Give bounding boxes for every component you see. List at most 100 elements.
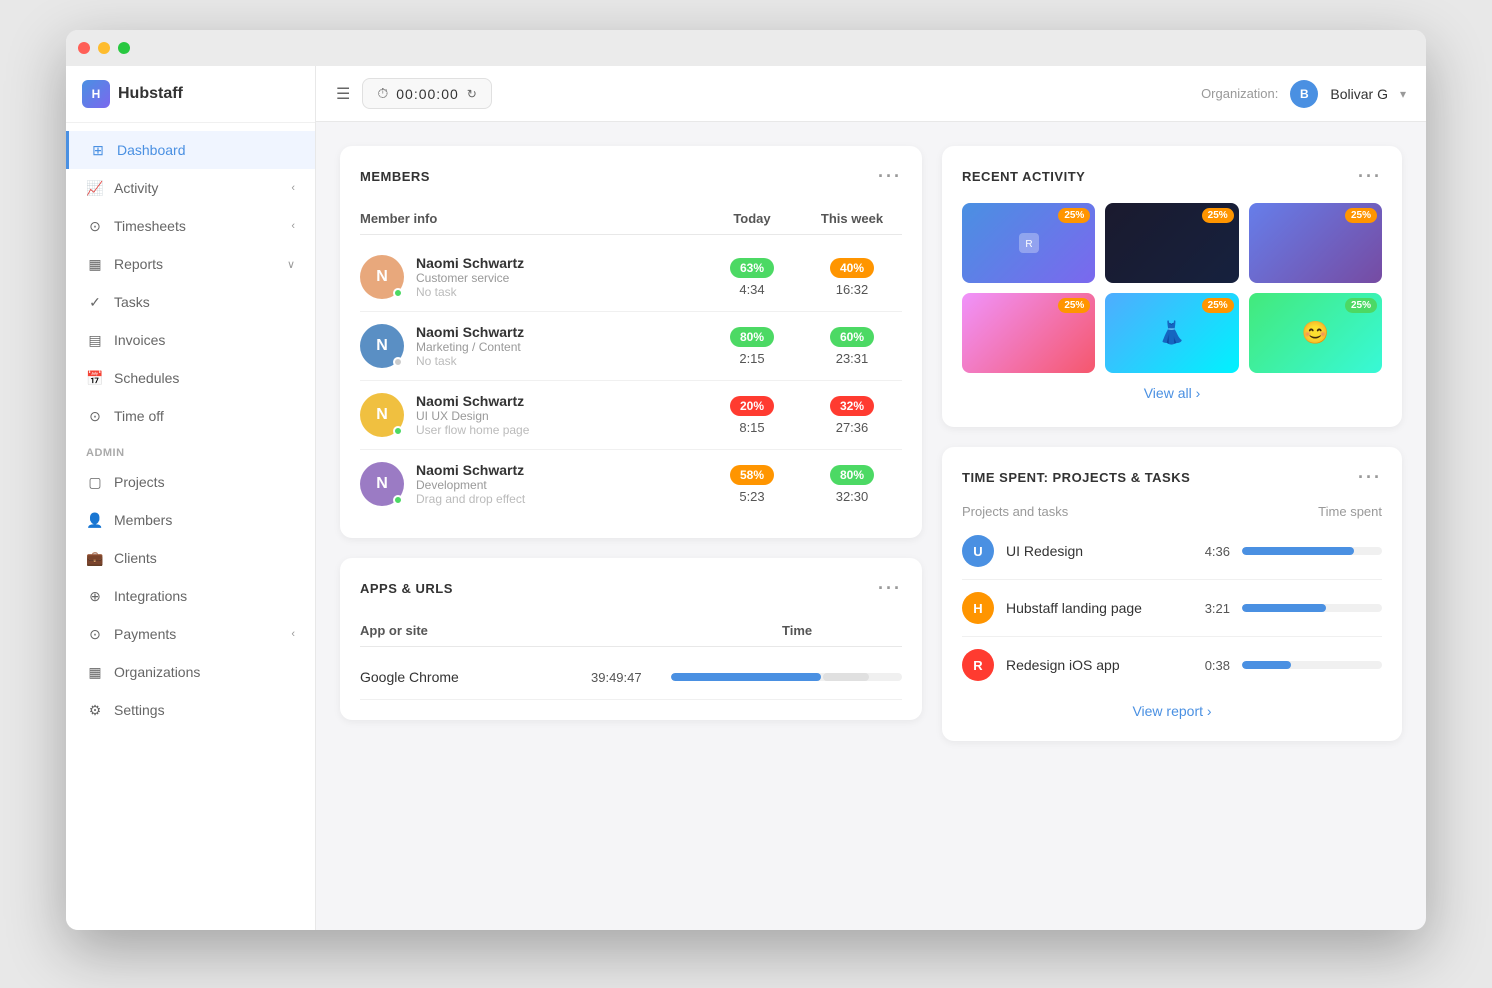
topbar-right: Organization: B Bolivar G ▾ bbox=[1201, 80, 1406, 108]
close-button[interactable] bbox=[78, 42, 90, 54]
member-row: N Naomi Schwartz UI UX Design User flow … bbox=[360, 381, 902, 450]
week-time: 32:30 bbox=[836, 489, 869, 504]
minimize-button[interactable] bbox=[98, 42, 110, 54]
project-name: Redesign iOS app bbox=[1006, 657, 1180, 673]
timer-widget[interactable]: ⏱ 00:00:00 ↻ bbox=[362, 78, 491, 109]
activity-badge-2: 25% bbox=[1202, 208, 1234, 223]
col-time-header: Time bbox=[782, 623, 902, 638]
org-label: Organization: bbox=[1201, 86, 1278, 101]
sidebar-item-invoices[interactable]: ▤ Invoices bbox=[66, 321, 315, 359]
member-task: User flow home page bbox=[416, 423, 702, 437]
organizations-icon: ▦ bbox=[86, 663, 104, 681]
members-card-header: MEMBERS ··· bbox=[360, 166, 902, 187]
project-bar-fill bbox=[1242, 604, 1326, 612]
activity-thumb-1[interactable]: R 25% bbox=[962, 203, 1095, 283]
time-spent-title: TIME SPENT: PROJECTS & TASKS bbox=[962, 470, 1190, 485]
member-avatar-wrap: N bbox=[360, 324, 404, 368]
sidebar-item-organizations[interactable]: ▦ Organizations bbox=[66, 653, 315, 691]
project-bar bbox=[1242, 547, 1382, 555]
today-badge: 58% bbox=[730, 465, 774, 485]
members-list: N Naomi Schwartz Customer service No tas… bbox=[360, 243, 902, 518]
maximize-button[interactable] bbox=[118, 42, 130, 54]
project-name: UI Redesign bbox=[1006, 543, 1180, 559]
member-task: No task bbox=[416, 285, 702, 299]
topbar: ☰ ⏱ 00:00:00 ↻ Organization: B Bolivar G… bbox=[316, 66, 1426, 122]
tasks-icon: ✓ bbox=[86, 293, 104, 311]
sidebar-item-activity[interactable]: 📈 Activity ‹ bbox=[66, 169, 315, 207]
members-table-header: Member info Today This week bbox=[360, 203, 902, 235]
left-column: MEMBERS ··· Member info Today This week … bbox=[340, 146, 922, 906]
project-name: Hubstaff landing page bbox=[1006, 600, 1180, 616]
today-time: 4:34 bbox=[739, 282, 764, 297]
col-week-stat: 40% 16:32 bbox=[802, 258, 902, 297]
activity-badge-1: 25% bbox=[1058, 208, 1090, 223]
member-info: Naomi Schwartz Marketing / Content No ta… bbox=[416, 324, 702, 368]
apps-card-menu[interactable]: ··· bbox=[878, 578, 902, 599]
project-row: U UI Redesign 4:36 bbox=[962, 523, 1382, 580]
app-row: Google Chrome 39:49:47 bbox=[360, 655, 902, 700]
app-progress-fill2 bbox=[823, 673, 869, 681]
week-time: 16:32 bbox=[836, 282, 869, 297]
sidebar-item-time-off[interactable]: ⊙ Time off bbox=[66, 397, 315, 435]
main-content: MEMBERS ··· Member info Today This week … bbox=[316, 122, 1426, 930]
activity-grid: R 25% 25% 25% bbox=[962, 203, 1382, 373]
activity-badge-4: 25% bbox=[1058, 298, 1090, 313]
sidebar-item-clients[interactable]: 💼 Clients bbox=[66, 539, 315, 577]
week-time: 23:31 bbox=[836, 351, 869, 366]
brand-name: Hubstaff bbox=[118, 85, 183, 103]
activity-card-menu[interactable]: ··· bbox=[1358, 166, 1382, 187]
member-info: Naomi Schwartz Customer service No task bbox=[416, 255, 702, 299]
member-dept: Development bbox=[416, 478, 702, 492]
member-task: No task bbox=[416, 354, 702, 368]
sidebar-item-projects[interactable]: ▢ Projects bbox=[66, 463, 315, 501]
activity-thumb-5[interactable]: 👗 25% bbox=[1105, 293, 1238, 373]
sidebar-item-schedules[interactable]: 📅 Schedules bbox=[66, 359, 315, 397]
activity-badge-5: 25% bbox=[1202, 298, 1234, 313]
col-week-stat: 60% 23:31 bbox=[802, 327, 902, 366]
member-name: Naomi Schwartz bbox=[416, 255, 702, 271]
col-week-stat: 32% 27:36 bbox=[802, 396, 902, 435]
sidebar-item-timesheets[interactable]: ⊙ Timesheets ‹ bbox=[66, 207, 315, 245]
view-all-link[interactable]: View all › bbox=[962, 373, 1382, 407]
today-badge: 80% bbox=[730, 327, 774, 347]
apps-card-title: APPS & URLS bbox=[360, 581, 453, 596]
ts-col-projects: Projects and tasks bbox=[962, 504, 1068, 519]
today-time: 8:15 bbox=[739, 420, 764, 435]
project-bar bbox=[1242, 661, 1382, 669]
ts-col-time: Time spent bbox=[1318, 504, 1382, 519]
week-badge: 40% bbox=[830, 258, 874, 278]
sidebar-item-payments[interactable]: ⊙ Payments ‹ bbox=[66, 615, 315, 653]
sidebar-item-integrations[interactable]: ⊕ Integrations bbox=[66, 577, 315, 615]
project-avatar: H bbox=[962, 592, 994, 624]
today-time: 2:15 bbox=[739, 351, 764, 366]
activity-card-header: RECENT ACTIVITY ··· bbox=[962, 166, 1382, 187]
sidebar-item-settings[interactable]: ⚙ Settings bbox=[66, 691, 315, 729]
activity-thumb-3[interactable]: 25% bbox=[1249, 203, 1382, 283]
sidebar-item-tasks[interactable]: ✓ Tasks bbox=[66, 283, 315, 321]
col-today-stat: 58% 5:23 bbox=[702, 465, 802, 504]
col-week-stat: 80% 32:30 bbox=[802, 465, 902, 504]
activity-thumb-4[interactable]: 25% bbox=[962, 293, 1095, 373]
app-progress-fill bbox=[671, 673, 821, 681]
view-report-link[interactable]: View report › bbox=[962, 693, 1382, 721]
menu-toggle-button[interactable]: ☰ bbox=[336, 84, 350, 104]
sidebar-item-dashboard[interactable]: ⊞ Dashboard bbox=[66, 131, 315, 169]
project-bar-fill bbox=[1242, 547, 1354, 555]
week-time: 27:36 bbox=[836, 420, 869, 435]
sidebar-item-members[interactable]: 👤 Members bbox=[66, 501, 315, 539]
sidebar-item-reports[interactable]: ▦ Reports ∨ bbox=[66, 245, 315, 283]
activity-thumb-2[interactable]: 25% bbox=[1105, 203, 1238, 283]
clients-icon: 💼 bbox=[86, 549, 104, 567]
view-report-text: View report › bbox=[1132, 703, 1211, 719]
chevron-down-icon: ∨ bbox=[287, 258, 295, 271]
member-task: Drag and drop effect bbox=[416, 492, 702, 506]
chevron-right-icon: ‹ bbox=[291, 182, 295, 194]
status-dot bbox=[393, 495, 403, 505]
week-badge: 32% bbox=[830, 396, 874, 416]
members-card-menu[interactable]: ··· bbox=[878, 166, 902, 187]
time-spent-menu[interactable]: ··· bbox=[1358, 467, 1382, 488]
app-name: Google Chrome bbox=[360, 669, 591, 685]
col-today-stat: 80% 2:15 bbox=[702, 327, 802, 366]
timesheets-icon: ⊙ bbox=[86, 217, 104, 235]
activity-thumb-6[interactable]: 😊 25% bbox=[1249, 293, 1382, 373]
